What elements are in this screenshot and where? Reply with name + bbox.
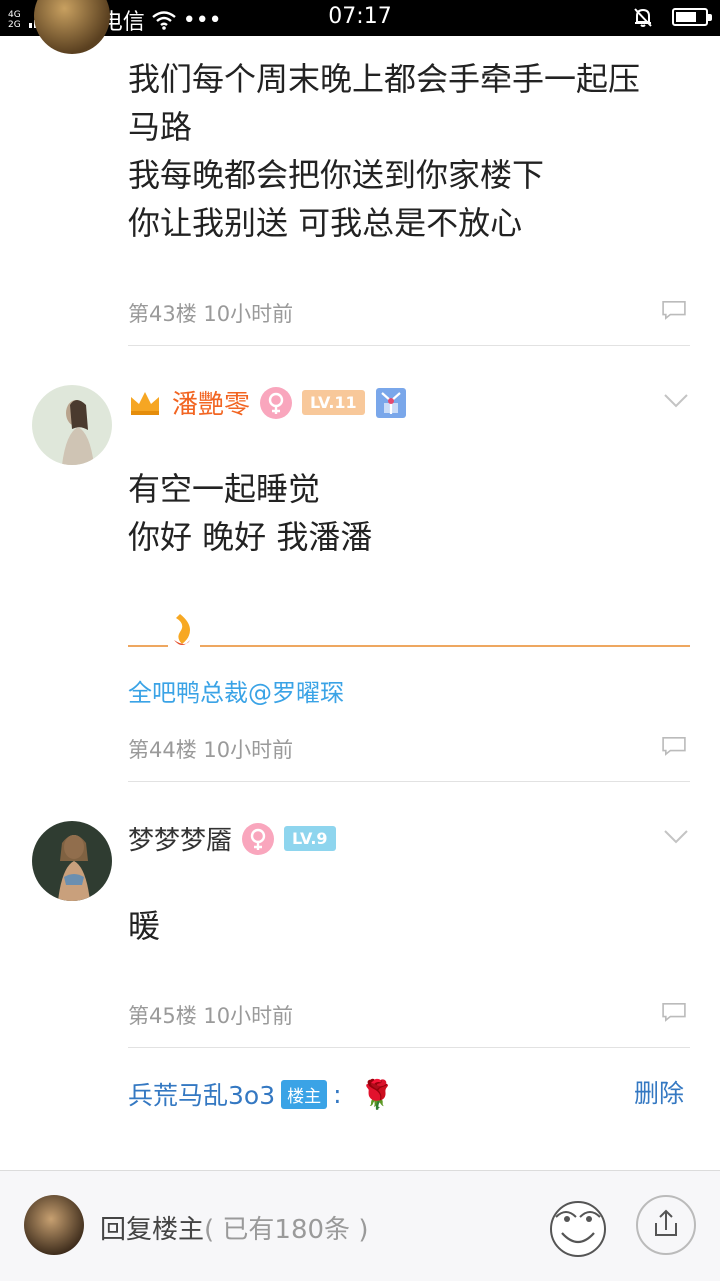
- op-tag: 楼主: [281, 1079, 328, 1109]
- signature-divider: [128, 614, 690, 647]
- divider: [128, 345, 690, 346]
- floor-info: 第43楼 10小时前: [128, 302, 294, 326]
- gift-badge-icon: [375, 387, 406, 418]
- delete-button[interactable]: 删除: [634, 1074, 684, 1110]
- username[interactable]: 梦梦梦靥: [128, 820, 232, 857]
- share-icon: [655, 1209, 677, 1236]
- post-line: 我们每个周末晚上都会手牵手一起压: [128, 60, 641, 98]
- reply-username[interactable]: 兵荒马乱3o3: [128, 1076, 275, 1112]
- chevron-down-icon[interactable]: [664, 394, 688, 408]
- reply-count: ( 已有180条 ): [204, 1215, 369, 1245]
- floor-info: 第44楼 10小时前: [128, 738, 294, 762]
- my-avatar[interactable]: [24, 1195, 84, 1255]
- sub-reply: 兵荒马乱3o3 楼主 : 🌹: [128, 1076, 690, 1112]
- comment-icon[interactable]: [660, 736, 688, 756]
- level-badge: LV.9: [284, 826, 336, 851]
- reply-colon: :: [333, 1079, 342, 1109]
- female-icon: [260, 386, 293, 419]
- battery-icon: [672, 8, 712, 26]
- crown-icon: [131, 391, 159, 415]
- comment-icon[interactable]: [660, 1002, 688, 1022]
- divider: [128, 781, 690, 782]
- post-line: 有空一起睡觉: [128, 470, 321, 508]
- avatar[interactable]: [34, 0, 110, 54]
- female-icon: [242, 822, 275, 855]
- post-line: 马路: [128, 108, 193, 146]
- post-line: 我每晚都会把你送到你家楼下: [128, 156, 545, 194]
- post-line: 暖: [128, 907, 161, 945]
- reply-input[interactable]: 回复楼主( 已有180条 ): [100, 1209, 368, 1246]
- avatar[interactable]: [32, 385, 112, 465]
- chevron-down-icon[interactable]: [664, 830, 688, 844]
- post-line: 你让我别送 可我总是不放心: [128, 204, 523, 242]
- floor-info: 第45楼 10小时前: [128, 1004, 294, 1028]
- signature-link[interactable]: 全吧鸭总裁@罗曜琛: [128, 673, 344, 708]
- share-button[interactable]: [636, 1195, 696, 1255]
- post-line: 你好 晚好 我潘潘: [128, 518, 373, 556]
- bottom-reply-bar: 回复楼主( 已有180条 ): [0, 1170, 720, 1281]
- divider: [128, 1047, 690, 1048]
- emoji-icon[interactable]: [546, 1195, 610, 1259]
- mute-bell-icon: [634, 8, 652, 27]
- level-badge: LV.11: [302, 390, 365, 415]
- username[interactable]: 潘艷零: [172, 384, 250, 421]
- rose-emoji: 🌹: [359, 1077, 395, 1111]
- comment-icon[interactable]: [660, 300, 688, 320]
- reply-label: 回复楼主: [100, 1215, 205, 1245]
- avatar[interactable]: [32, 821, 112, 901]
